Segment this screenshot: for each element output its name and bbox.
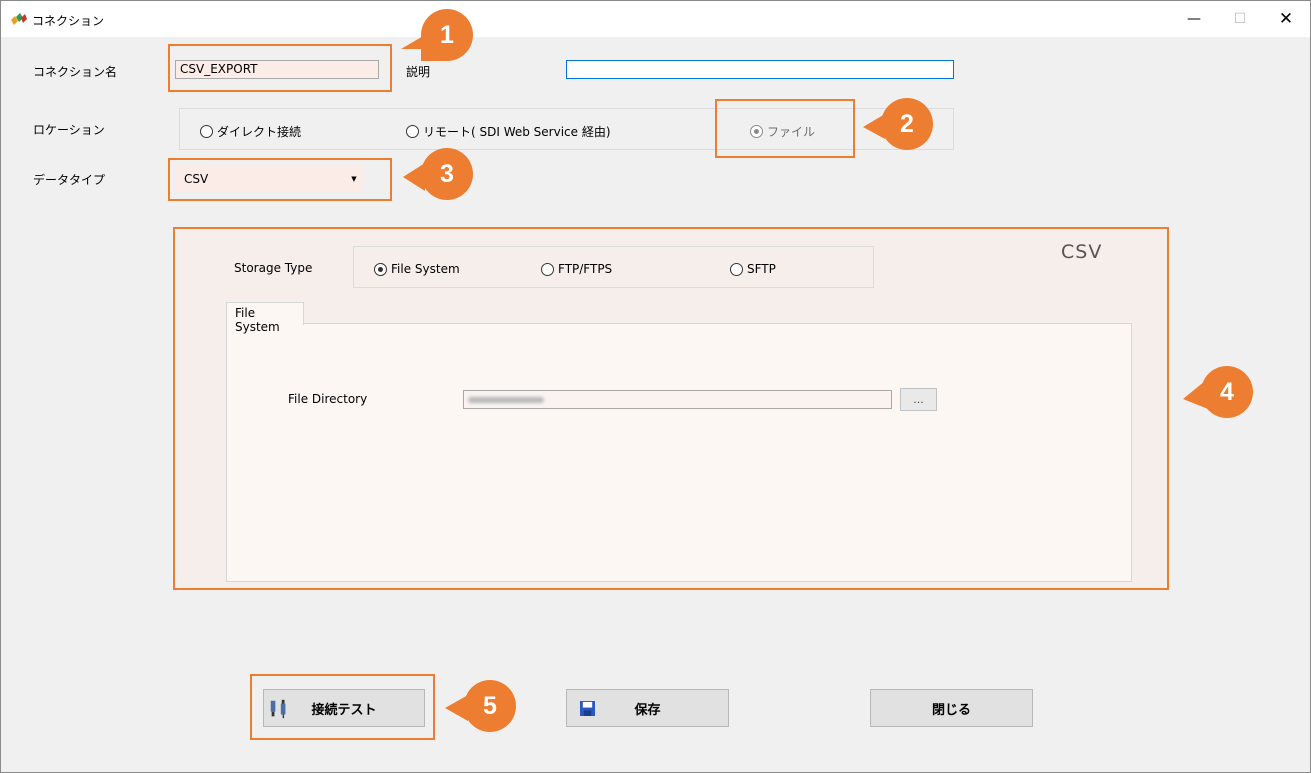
radio-remote[interactable]: リモート( SDI Web Service 経由) xyxy=(406,123,611,140)
description-input[interactable] xyxy=(566,60,954,79)
close-window-button[interactable]: ✕ xyxy=(1263,1,1309,37)
close-label: 閉じる xyxy=(931,702,971,718)
app-logo-icon xyxy=(11,13,27,25)
close-button[interactable]: 閉じる xyxy=(870,689,1033,727)
radio-label: リモート( SDI Web Service 経由) xyxy=(423,125,611,139)
floppy-disk-icon xyxy=(580,701,595,716)
save-button[interactable]: 保存 xyxy=(566,689,729,727)
callout-1: 1 xyxy=(421,9,473,61)
highlight-csv-panel xyxy=(173,227,1169,590)
connection-window: コネクション — ☐ ✕ コネクション名 CSV_EXPORT 説明 ロケーショ… xyxy=(0,0,1311,773)
highlight-data-type xyxy=(168,158,392,201)
description-label: 説明 xyxy=(406,65,431,79)
connection-name-label: コネクション名 xyxy=(33,65,118,79)
radio-label: ダイレクト接続 xyxy=(217,125,302,139)
highlight-test-button xyxy=(250,674,435,740)
radio-circle xyxy=(200,125,213,138)
radio-circle xyxy=(406,125,419,138)
maximize-button[interactable]: ☐ xyxy=(1217,1,1263,37)
data-type-label: データタイプ xyxy=(33,173,106,187)
minimize-button[interactable]: — xyxy=(1171,1,1217,37)
highlight-connection-name xyxy=(168,44,392,92)
callout-2: 2 xyxy=(881,98,933,150)
location-label: ロケーション xyxy=(33,123,105,137)
callout-5: 5 xyxy=(464,680,516,732)
highlight-file-option xyxy=(715,99,855,158)
radio-direct-connection[interactable]: ダイレクト接続 xyxy=(200,123,301,140)
title-bar: コネクション — ☐ ✕ xyxy=(1,1,1310,37)
callout-4: 4 xyxy=(1201,366,1253,418)
window-title: コネクション xyxy=(32,14,105,28)
callout-3: 3 xyxy=(421,148,473,200)
save-label: 保存 xyxy=(634,702,661,718)
